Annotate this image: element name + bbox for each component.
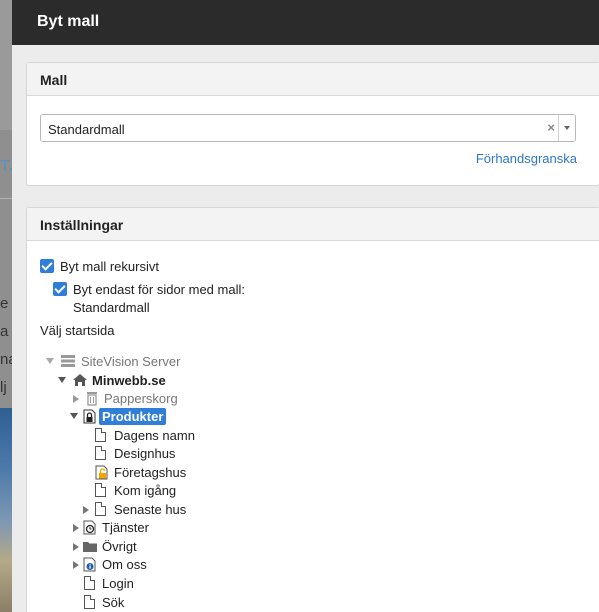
server-icon xyxy=(60,354,76,371)
modal-title: Byt mall xyxy=(12,0,599,45)
page-icon xyxy=(84,595,95,609)
tree-label-selected: Produkter xyxy=(99,408,167,425)
expander-right-icon[interactable] xyxy=(73,561,79,569)
clear-icon[interactable]: × xyxy=(547,120,555,135)
tree-label: Kom igång xyxy=(114,483,177,498)
unlocked-page-icon xyxy=(95,465,109,483)
tree-label: Tjänster xyxy=(102,520,149,535)
tree-label: SiteVision Server xyxy=(81,354,181,369)
only-template-label: Byt endast för sidor med mall: xyxy=(73,282,245,297)
tree-label: Senaste hus xyxy=(114,502,187,517)
tree-label: Företagshus xyxy=(114,465,187,480)
expander-right-icon[interactable] xyxy=(73,543,79,551)
locked-page-icon xyxy=(83,409,97,427)
folder-icon xyxy=(82,540,98,556)
only-template-name: Standardmall xyxy=(73,300,150,315)
chevron-down-icon[interactable] xyxy=(564,126,570,130)
tree-label: Login xyxy=(102,576,134,591)
expander-down-icon[interactable] xyxy=(70,413,78,419)
template-panel-heading: Mall xyxy=(27,63,599,96)
clock-page-icon xyxy=(83,520,97,538)
template-panel: Mall Standardmall × Förhandsgranska xyxy=(26,62,599,186)
page-icon xyxy=(95,502,106,516)
tree-label: Minwebb.se xyxy=(92,373,166,388)
tree-label: Övrigt xyxy=(102,539,137,554)
tree-label: Om oss xyxy=(102,557,147,572)
home-icon xyxy=(72,373,88,390)
template-select[interactable]: Standardmall × xyxy=(40,114,576,142)
trash-icon xyxy=(85,391,99,409)
only-template-checkbox[interactable] xyxy=(53,282,67,296)
expander-down-icon[interactable] xyxy=(46,358,54,364)
expander-right-icon[interactable] xyxy=(73,395,79,403)
tree-label: Dagens namn xyxy=(114,428,195,443)
settings-panel: Inställningar Byt mall rekursivt Byt end… xyxy=(26,207,599,612)
settings-panel-heading: Inställningar xyxy=(27,208,599,241)
tree-label: Sök xyxy=(102,595,125,610)
preview-link[interactable]: Förhandsgranska xyxy=(476,151,577,166)
recursive-label: Byt mall rekursivt xyxy=(60,259,159,274)
select-separator xyxy=(558,115,559,141)
tree-label: Designhus xyxy=(114,446,176,461)
page-icon xyxy=(84,576,95,590)
expander-right-icon[interactable] xyxy=(83,506,89,514)
change-template-modal: Byt mall Mall Standardmall × Förhandsgra… xyxy=(12,0,599,612)
start-page-label: Välj startsida xyxy=(40,323,115,338)
page-icon xyxy=(95,483,106,497)
template-select-value: Standardmall xyxy=(48,122,125,137)
info-page-icon xyxy=(83,557,97,575)
tree-label: Papperskorg xyxy=(104,391,178,406)
expander-right-icon[interactable] xyxy=(73,524,79,532)
page-icon xyxy=(95,428,106,442)
recursive-checkbox[interactable] xyxy=(40,259,54,273)
page-icon xyxy=(95,446,106,460)
expander-down-icon[interactable] xyxy=(58,377,66,383)
